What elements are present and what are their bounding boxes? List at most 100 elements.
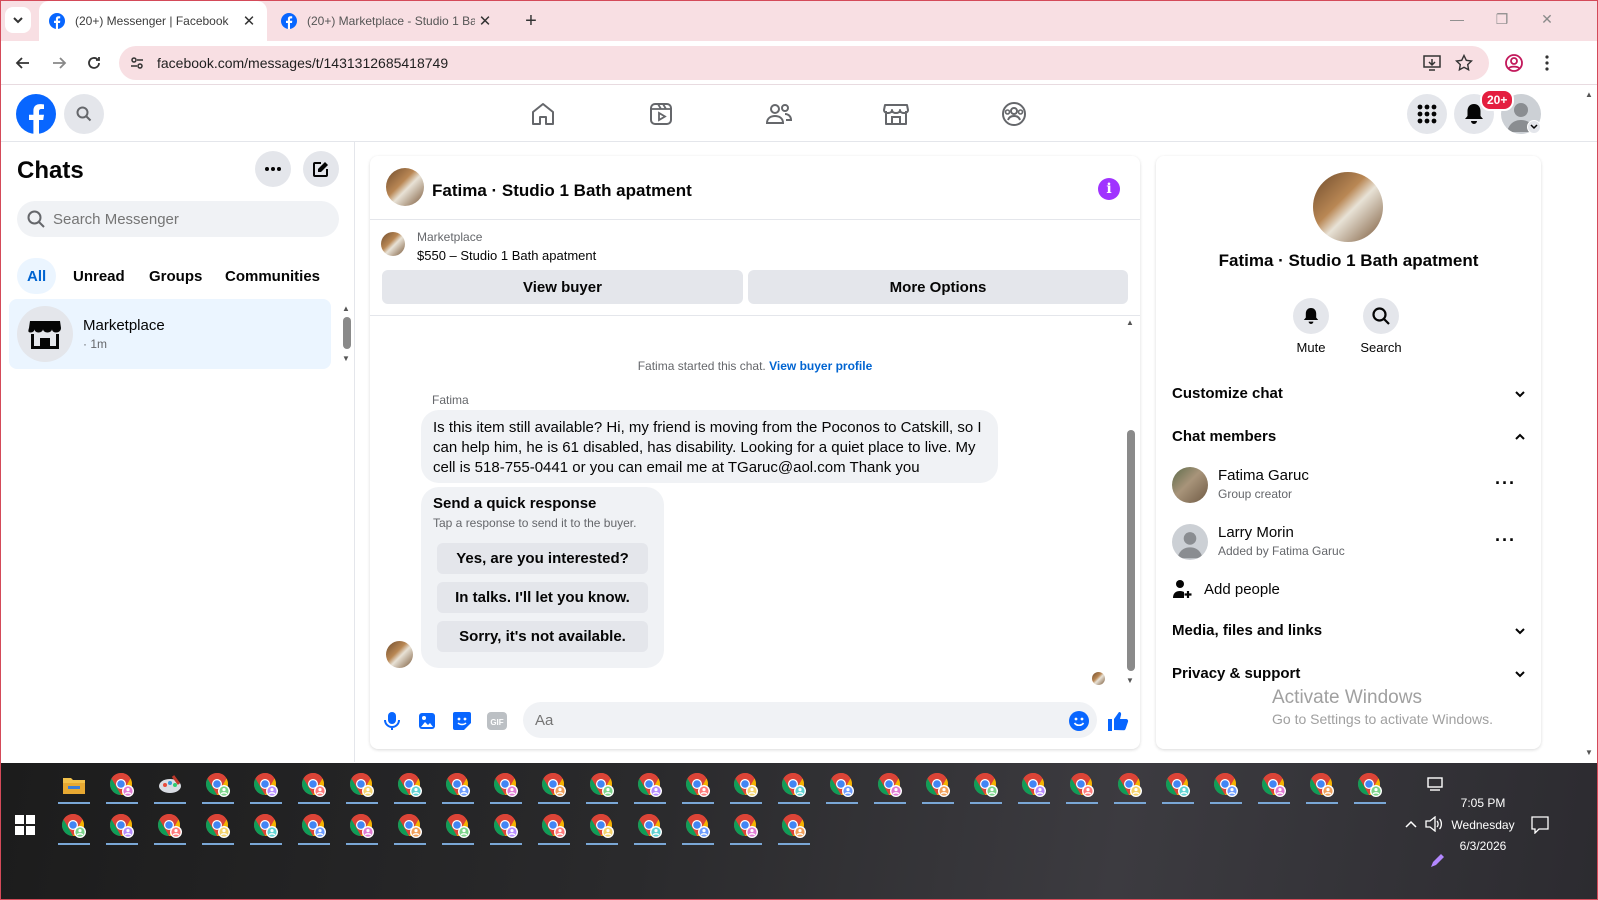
- page-scrollbar[interactable]: ▲ ▼: [1581, 90, 1597, 762]
- tab-search-button[interactable]: [5, 7, 31, 33]
- listing-thumbnail[interactable]: [381, 232, 405, 256]
- install-app-icon[interactable]: [1423, 55, 1441, 71]
- member-row[interactable]: Larry Morin Added by Fatima Garuc ···: [1172, 520, 1526, 564]
- chrome-icon[interactable]: [583, 807, 621, 845]
- chrome-icon[interactable]: [871, 766, 909, 804]
- minimize-button[interactable]: —: [1447, 11, 1467, 27]
- volume-icon[interactable]: [1425, 816, 1443, 832]
- pen-icon[interactable]: [1429, 853, 1445, 869]
- listing-title[interactable]: $550 – Studio 1 Bath apatment: [417, 248, 596, 263]
- mute-action[interactable]: Mute: [1286, 298, 1336, 355]
- chrome-icon[interactable]: [679, 807, 717, 845]
- privacy-support-section[interactable]: Privacy & support: [1172, 665, 1526, 682]
- taskbar-time[interactable]: 7:05 PM: [1451, 796, 1515, 810]
- search-messenger[interactable]: [17, 201, 339, 237]
- taskbar-day[interactable]: Wednesday: [1447, 818, 1519, 832]
- chrome-icon[interactable]: [199, 807, 237, 845]
- chrome-icon[interactable]: [919, 766, 957, 804]
- search-button[interactable]: [64, 94, 104, 134]
- chrome-icon[interactable]: [439, 766, 477, 804]
- chrome-icon[interactable]: [343, 766, 381, 804]
- chrome-icon[interactable]: [1063, 766, 1101, 804]
- chrome-icon[interactable]: [631, 766, 669, 804]
- taskbar-date[interactable]: 6/3/2026: [1449, 839, 1517, 853]
- nav-home[interactable]: [527, 98, 559, 130]
- menu-button[interactable]: [1407, 94, 1447, 134]
- filter-communities[interactable]: Communities: [215, 258, 330, 294]
- nav-friends[interactable]: [763, 98, 795, 130]
- chrome-icon[interactable]: [391, 766, 429, 804]
- conversation-title[interactable]: Fatima · Studio 1 Bath apatment: [432, 181, 692, 201]
- chrome-icon[interactable]: [247, 807, 285, 845]
- like-button[interactable]: [1106, 709, 1130, 733]
- chrome-icon[interactable]: [247, 766, 285, 804]
- address-bar[interactable]: facebook.com/messages/t/1431312685418749: [119, 46, 1489, 80]
- scrollbar-thumb[interactable]: [1127, 430, 1135, 671]
- media-files-links-section[interactable]: Media, files and links: [1172, 622, 1526, 639]
- chrome-icon[interactable]: [1159, 766, 1197, 804]
- chevron-up-icon[interactable]: [1405, 819, 1417, 829]
- message-input[interactable]: [523, 702, 1097, 738]
- chevron-down-icon[interactable]: [1527, 120, 1541, 134]
- more-dots-icon[interactable]: ···: [1495, 530, 1516, 551]
- chrome-icon[interactable]: [1111, 766, 1149, 804]
- attach-photo-button[interactable]: [415, 709, 439, 733]
- chrome-icon[interactable]: [295, 807, 333, 845]
- restore-button[interactable]: ❐: [1492, 11, 1512, 28]
- quick-response-yes[interactable]: Yes, are you interested?: [437, 543, 648, 574]
- tab-marketplace[interactable]: (20+) Marketplace - Studio 1 Ba ✕: [271, 1, 503, 41]
- scrollbar-thumb[interactable]: [343, 317, 351, 349]
- sticker-button[interactable]: [450, 709, 474, 733]
- chrome-icon[interactable]: [535, 807, 573, 845]
- tab-messenger[interactable]: (20+) Messenger | Facebook ✕: [39, 1, 267, 41]
- paint-icon[interactable]: [151, 766, 189, 804]
- chrome-icon[interactable]: [631, 807, 669, 845]
- chrome-icon[interactable]: [487, 807, 525, 845]
- chrome-icon[interactable]: [535, 766, 573, 804]
- chrome-icon[interactable]: [439, 807, 477, 845]
- tablet-mode-icon[interactable]: [1427, 777, 1443, 791]
- chrome-icon[interactable]: [103, 766, 141, 804]
- nav-video[interactable]: [645, 98, 677, 130]
- more-options-button[interactable]: More Options: [748, 270, 1128, 304]
- facebook-logo-icon[interactable]: [16, 94, 56, 134]
- voice-clip-button[interactable]: [380, 709, 404, 733]
- chrome-icon[interactable]: [583, 766, 621, 804]
- profile-icon[interactable]: [1504, 53, 1524, 73]
- close-icon[interactable]: ✕: [239, 11, 259, 31]
- reload-button[interactable]: [84, 53, 104, 73]
- member-row[interactable]: Fatima Garuc Group creator ···: [1172, 463, 1526, 507]
- scroll-down-arrow[interactable]: ▼: [342, 354, 350, 363]
- chrome-icon[interactable]: [1351, 766, 1389, 804]
- nav-marketplace[interactable]: [880, 98, 912, 130]
- customize-chat-section[interactable]: Customize chat: [1172, 385, 1526, 402]
- filter-unread[interactable]: Unread: [63, 258, 135, 294]
- star-icon[interactable]: [1455, 54, 1473, 72]
- chrome-icon[interactable]: [1303, 766, 1341, 804]
- search-input[interactable]: [53, 210, 323, 228]
- quick-response-not-available[interactable]: Sorry, it's not available.: [437, 621, 648, 652]
- chrome-icon[interactable]: [727, 766, 765, 804]
- chat-options-button[interactable]: [255, 151, 291, 187]
- chat-item-marketplace[interactable]: Marketplace · 1m: [9, 299, 331, 369]
- chrome-icon[interactable]: [103, 807, 141, 845]
- scroll-down-arrow[interactable]: ▼: [1585, 748, 1593, 757]
- chrome-icon[interactable]: [343, 807, 381, 845]
- menu-icon[interactable]: [1542, 53, 1552, 73]
- chrome-icon[interactable]: [823, 766, 861, 804]
- file-explorer-icon[interactable]: [55, 766, 93, 804]
- chrome-icon[interactable]: [679, 766, 717, 804]
- chrome-icon[interactable]: [1015, 766, 1053, 804]
- chrome-icon[interactable]: [391, 807, 429, 845]
- chrome-icon[interactable]: [295, 766, 333, 804]
- chrome-icon[interactable]: [775, 807, 813, 845]
- chat-members-section[interactable]: Chat members: [1172, 428, 1526, 445]
- add-people-button[interactable]: Add people: [1172, 579, 1526, 599]
- chrome-icon[interactable]: [199, 766, 237, 804]
- chrome-icon[interactable]: [55, 807, 93, 845]
- windows-start-icon[interactable]: [15, 815, 35, 835]
- chrome-icon[interactable]: [967, 766, 1005, 804]
- scroll-up-arrow[interactable]: ▲: [1585, 90, 1593, 99]
- close-window-button[interactable]: ✕: [1537, 11, 1557, 28]
- action-center-icon[interactable]: [1531, 816, 1549, 834]
